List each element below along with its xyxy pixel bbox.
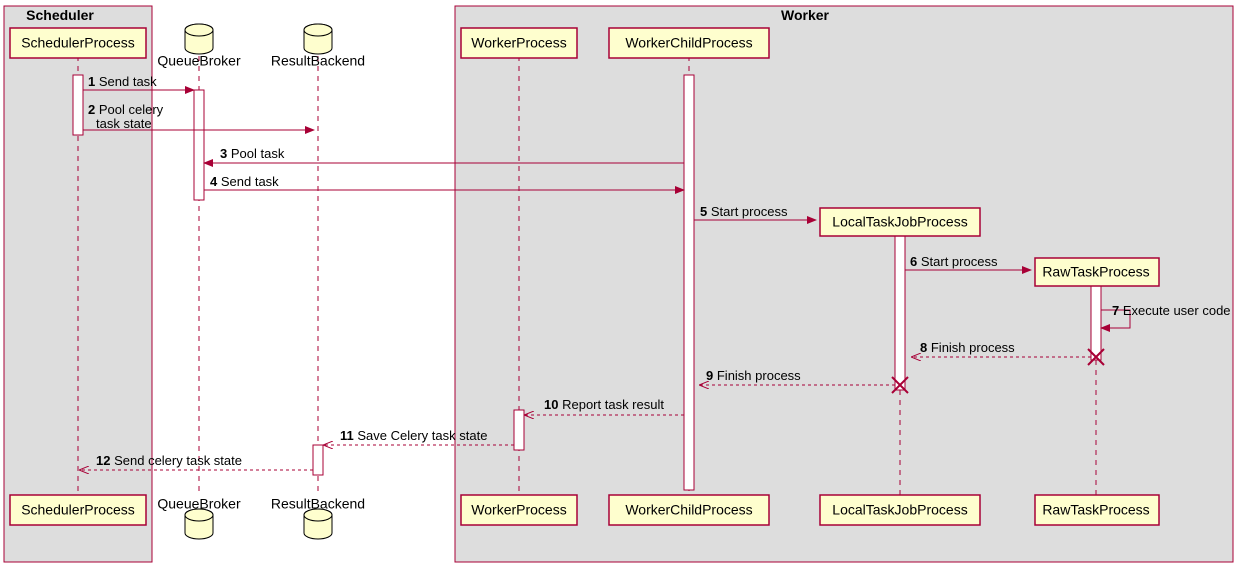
svg-text:1 Send task: 1 Send task: [88, 74, 157, 89]
svg-text:7 Execute user code: 7 Execute user code: [1112, 303, 1231, 318]
svg-text:6 Start process: 6 Start process: [910, 254, 998, 269]
svg-text:3 Pool task: 3 Pool task: [220, 146, 285, 161]
local-task-job-process-bottom: LocalTaskJobProcess: [832, 502, 967, 518]
svg-text:10 Report task result: 10 Report task result: [544, 397, 664, 412]
svg-text:11 Save Celery task state: 11 Save Celery task state: [340, 428, 487, 443]
queue-broker-label-bottom: QueueBroker: [157, 496, 241, 512]
queue-broker-db-top: [185, 24, 213, 54]
raw-task-process-created: RawTaskProcess: [1042, 264, 1149, 280]
svg-text:2 Pool celery: 2 Pool celery: [88, 102, 164, 117]
result-backend-db-bottom: [304, 509, 332, 539]
worker-group-label: Worker: [781, 7, 830, 23]
raw-task-process-bottom: RawTaskProcess: [1042, 502, 1149, 518]
worker-process-bottom: WorkerProcess: [471, 502, 566, 518]
result-backend-label-bottom: ResultBackend: [271, 496, 365, 512]
scheduler-process-bottom: SchedulerProcess: [21, 502, 135, 518]
svg-text:8 Finish process: 8 Finish process: [920, 340, 1015, 355]
local-task-job-process-created: LocalTaskJobProcess: [832, 214, 967, 230]
result-backend-db-top: [304, 24, 332, 54]
scheduler-group-label: Scheduler: [26, 7, 94, 23]
svg-text:9 Finish process: 9 Finish process: [706, 368, 801, 383]
scheduler-process-top: SchedulerProcess: [21, 35, 135, 51]
svg-text:5 Start process: 5 Start process: [700, 204, 788, 219]
queue-broker-label-top: QueueBroker: [157, 53, 241, 69]
worker-child-process-top: WorkerChildProcess: [625, 35, 752, 51]
result-backend-label-top: ResultBackend: [271, 53, 365, 69]
queue-broker-db-bottom: [185, 509, 213, 539]
svg-text:task state: task state: [96, 116, 152, 131]
worker-child-process-bottom: WorkerChildProcess: [625, 502, 752, 518]
svg-text:4 Send task: 4 Send task: [210, 174, 279, 189]
svg-text:12 Send celery task state: 12 Send celery task state: [96, 453, 242, 468]
worker-process-top: WorkerProcess: [471, 35, 566, 51]
sequence-diagram: Scheduler Worker SchedulerProcess QueueB…: [0, 0, 1258, 570]
